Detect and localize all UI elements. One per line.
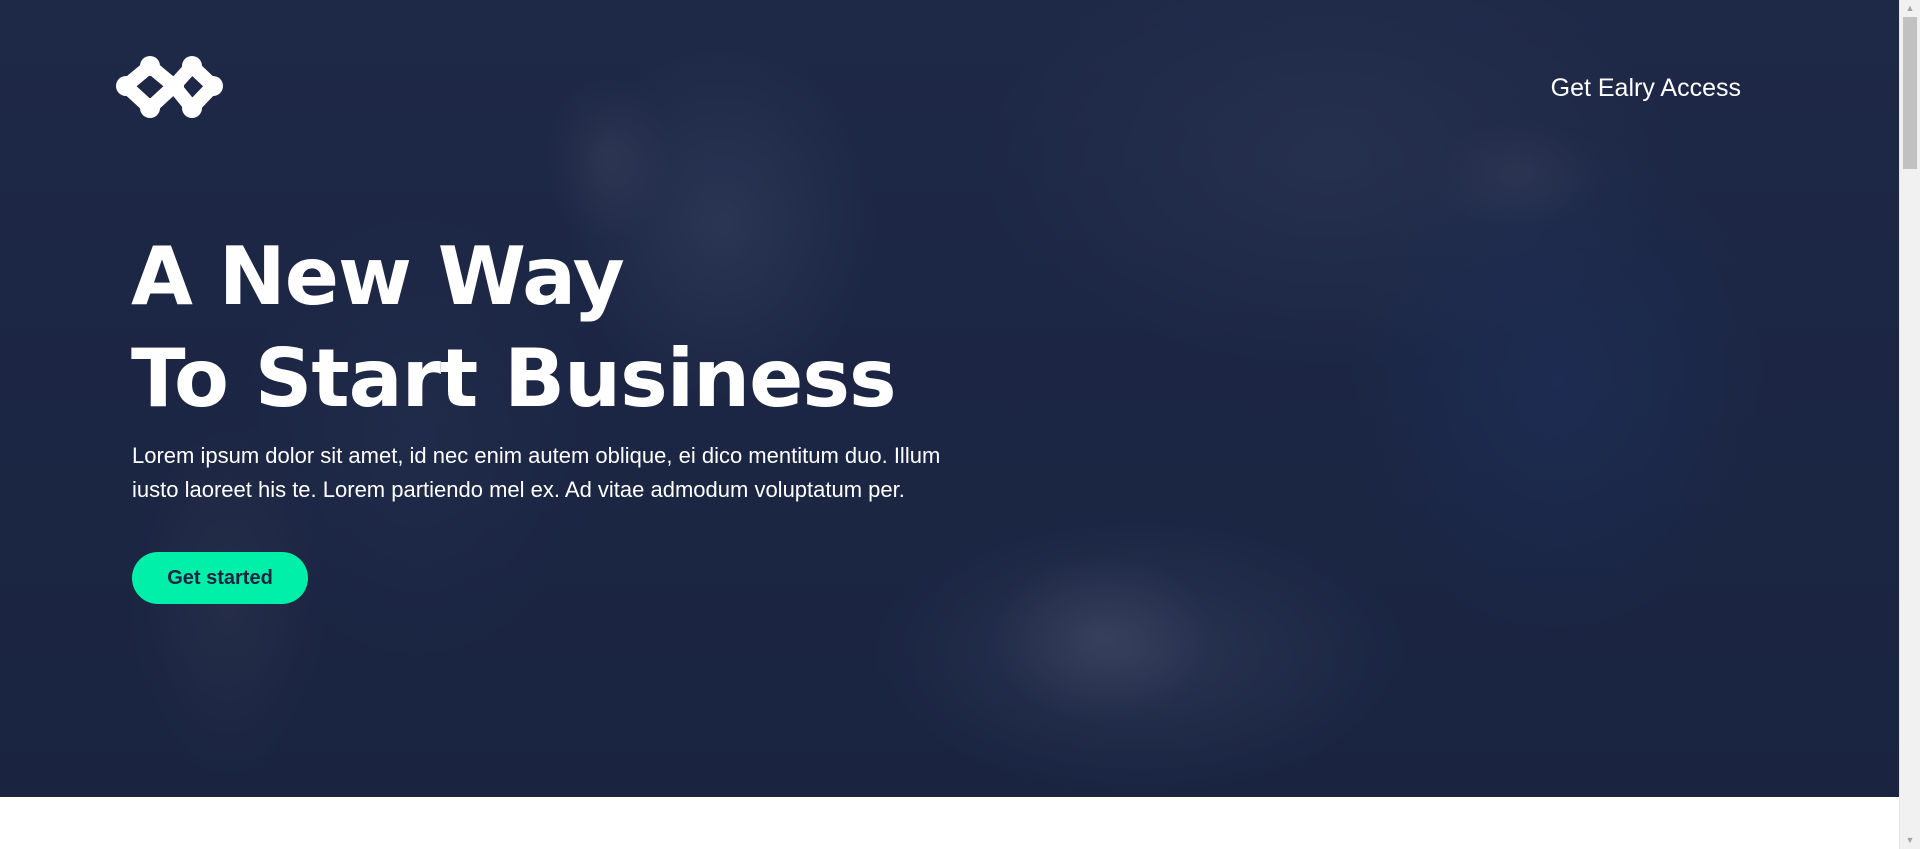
next-section	[0, 797, 1899, 849]
headline-line-1: A New Way	[131, 230, 625, 323]
scroll-up-arrow-icon[interactable]: ▲	[1900, 0, 1920, 17]
hero-lead-text: Lorem ipsum dolor sit amet, id nec enim …	[132, 443, 941, 502]
hero-headline: A New Way To Start Business	[131, 226, 897, 430]
get-started-button[interactable]: Get started	[132, 552, 308, 604]
page-viewport: Get Ealry Access A New Way To Start Busi…	[0, 0, 1920, 849]
get-early-access-link[interactable]: Get Ealry Access	[1551, 74, 1741, 103]
scrollbar-thumb[interactable]	[1903, 17, 1917, 169]
brand-logo-icon[interactable]	[116, 56, 223, 120]
scroll-down-arrow-icon[interactable]: ▼	[1900, 832, 1920, 849]
hero-section: Get Ealry Access A New Way To Start Busi…	[0, 0, 1899, 797]
page-scrollbar[interactable]: ▲ ▼	[1899, 0, 1920, 849]
headline-line-2: To Start Business	[131, 332, 897, 425]
